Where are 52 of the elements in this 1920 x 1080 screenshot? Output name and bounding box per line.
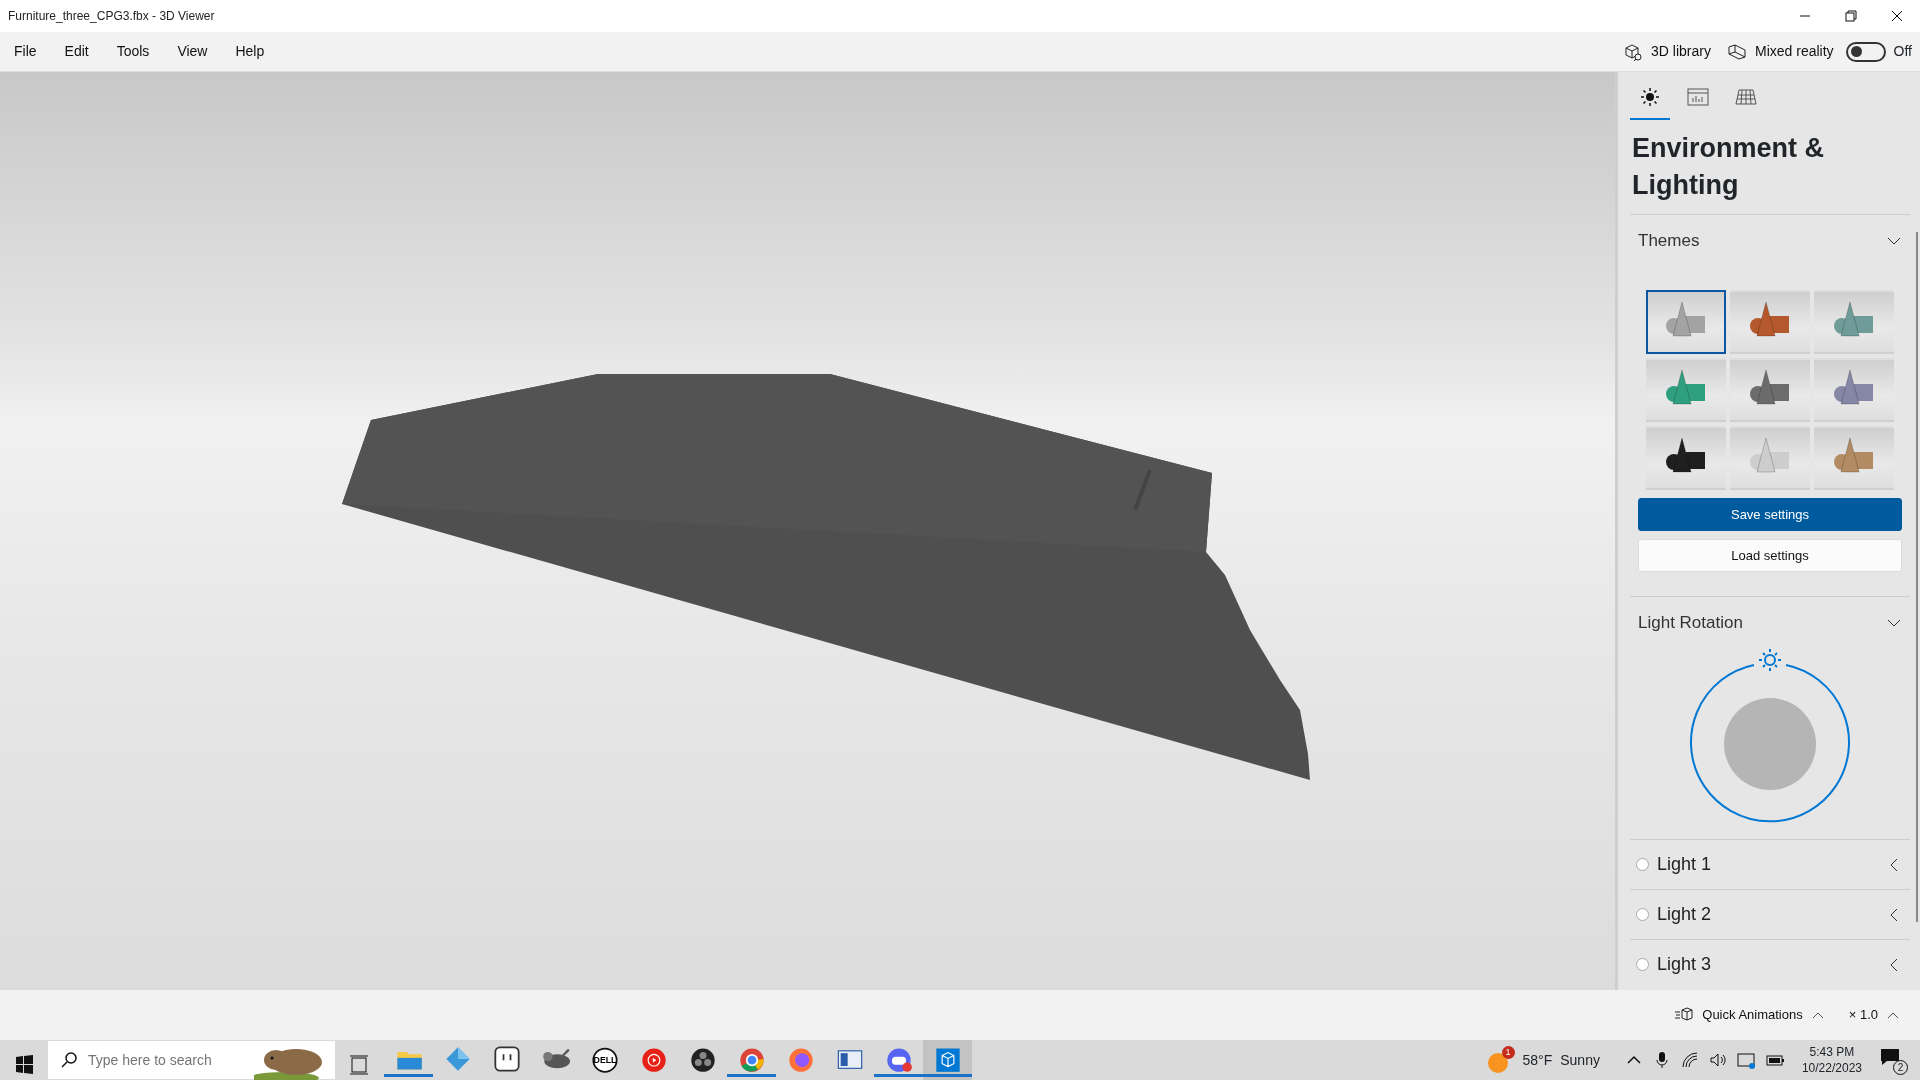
theme-thumbnail[interactable] xyxy=(1814,290,1894,354)
date-text: 10/22/2023 xyxy=(1801,1060,1862,1076)
radio-button[interactable] xyxy=(1636,858,1649,871)
menu-item[interactable]: Edit xyxy=(50,41,103,62)
notifications-button[interactable]: 2 xyxy=(1878,1045,1908,1075)
headset-icon xyxy=(1727,41,1747,62)
taskbar-app[interactable]: DELL xyxy=(580,1040,629,1080)
theme-thumbnail[interactable] xyxy=(1730,358,1810,422)
grid-icon xyxy=(1735,87,1757,107)
search-bar[interactable]: Type here to search xyxy=(48,1041,335,1079)
animations-button[interactable]: Quick Animations xyxy=(1670,1005,1829,1025)
chart-icon xyxy=(1687,87,1709,107)
window-title: Furniture_three_CPG3.fbx - 3D Viewer xyxy=(7,8,215,25)
library-button[interactable]: 3D library xyxy=(1619,41,1715,62)
notification-badge: 1 xyxy=(1501,1046,1515,1059)
mixed-reality-button[interactable]: Mixed reality xyxy=(1723,41,1838,62)
load-button[interactable]: Load settings xyxy=(1638,539,1902,572)
menu-item[interactable]: Tools xyxy=(102,41,164,62)
display-icon[interactable] xyxy=(1735,1050,1756,1070)
section-title: Light Rotation xyxy=(1638,611,1743,634)
light-label: Light 2 xyxy=(1657,903,1712,926)
time-text: 5:43 PM xyxy=(1809,1044,1855,1060)
search-icon xyxy=(60,1051,78,1069)
notification-count: 2 xyxy=(1893,1060,1908,1075)
theme-thumbnail[interactable] xyxy=(1730,290,1810,354)
save-button[interactable]: Save settings xyxy=(1638,498,1902,531)
section-title: Themes xyxy=(1638,229,1700,252)
toggle-label: Off xyxy=(1893,42,1912,61)
panel-title: Environment & Lighting xyxy=(1632,132,1826,202)
light-label: Light 3 xyxy=(1657,953,1712,976)
sun-icon xyxy=(1640,87,1660,107)
temperature-text: 58°F xyxy=(1522,1050,1553,1070)
light-label: Light 1 xyxy=(1657,853,1712,876)
menu-item[interactable]: Help xyxy=(221,41,279,62)
radio-button[interactable] xyxy=(1636,908,1649,921)
theme-thumbnail[interactable] xyxy=(1814,358,1894,422)
wifi-icon[interactable] xyxy=(1679,1050,1700,1070)
theme-thumbnail[interactable] xyxy=(1646,290,1726,354)
speed-button[interactable]: × 1.0 xyxy=(1844,1005,1904,1025)
theme-thumbnail[interactable] xyxy=(1646,358,1726,422)
radio-button[interactable] xyxy=(1636,958,1649,971)
weather-widget[interactable]: 1 58°F Sunny xyxy=(1486,1046,1600,1074)
weather-text: Sunny xyxy=(1560,1050,1600,1070)
clock[interactable]: 5:43 PM 10/22/2023 xyxy=(1793,1044,1870,1076)
theme-thumbnail[interactable] xyxy=(1730,426,1810,490)
chat-icon xyxy=(492,1044,521,1073)
search-input[interactable]: Type here to search xyxy=(86,1048,246,1072)
menu-item[interactable]: View xyxy=(163,41,222,62)
theme-thumbnail[interactable] xyxy=(1814,426,1894,490)
theme-thumbnail[interactable] xyxy=(1646,426,1726,490)
menu-item[interactable]: File xyxy=(0,41,51,62)
toggle-switch[interactable] xyxy=(1845,41,1886,62)
